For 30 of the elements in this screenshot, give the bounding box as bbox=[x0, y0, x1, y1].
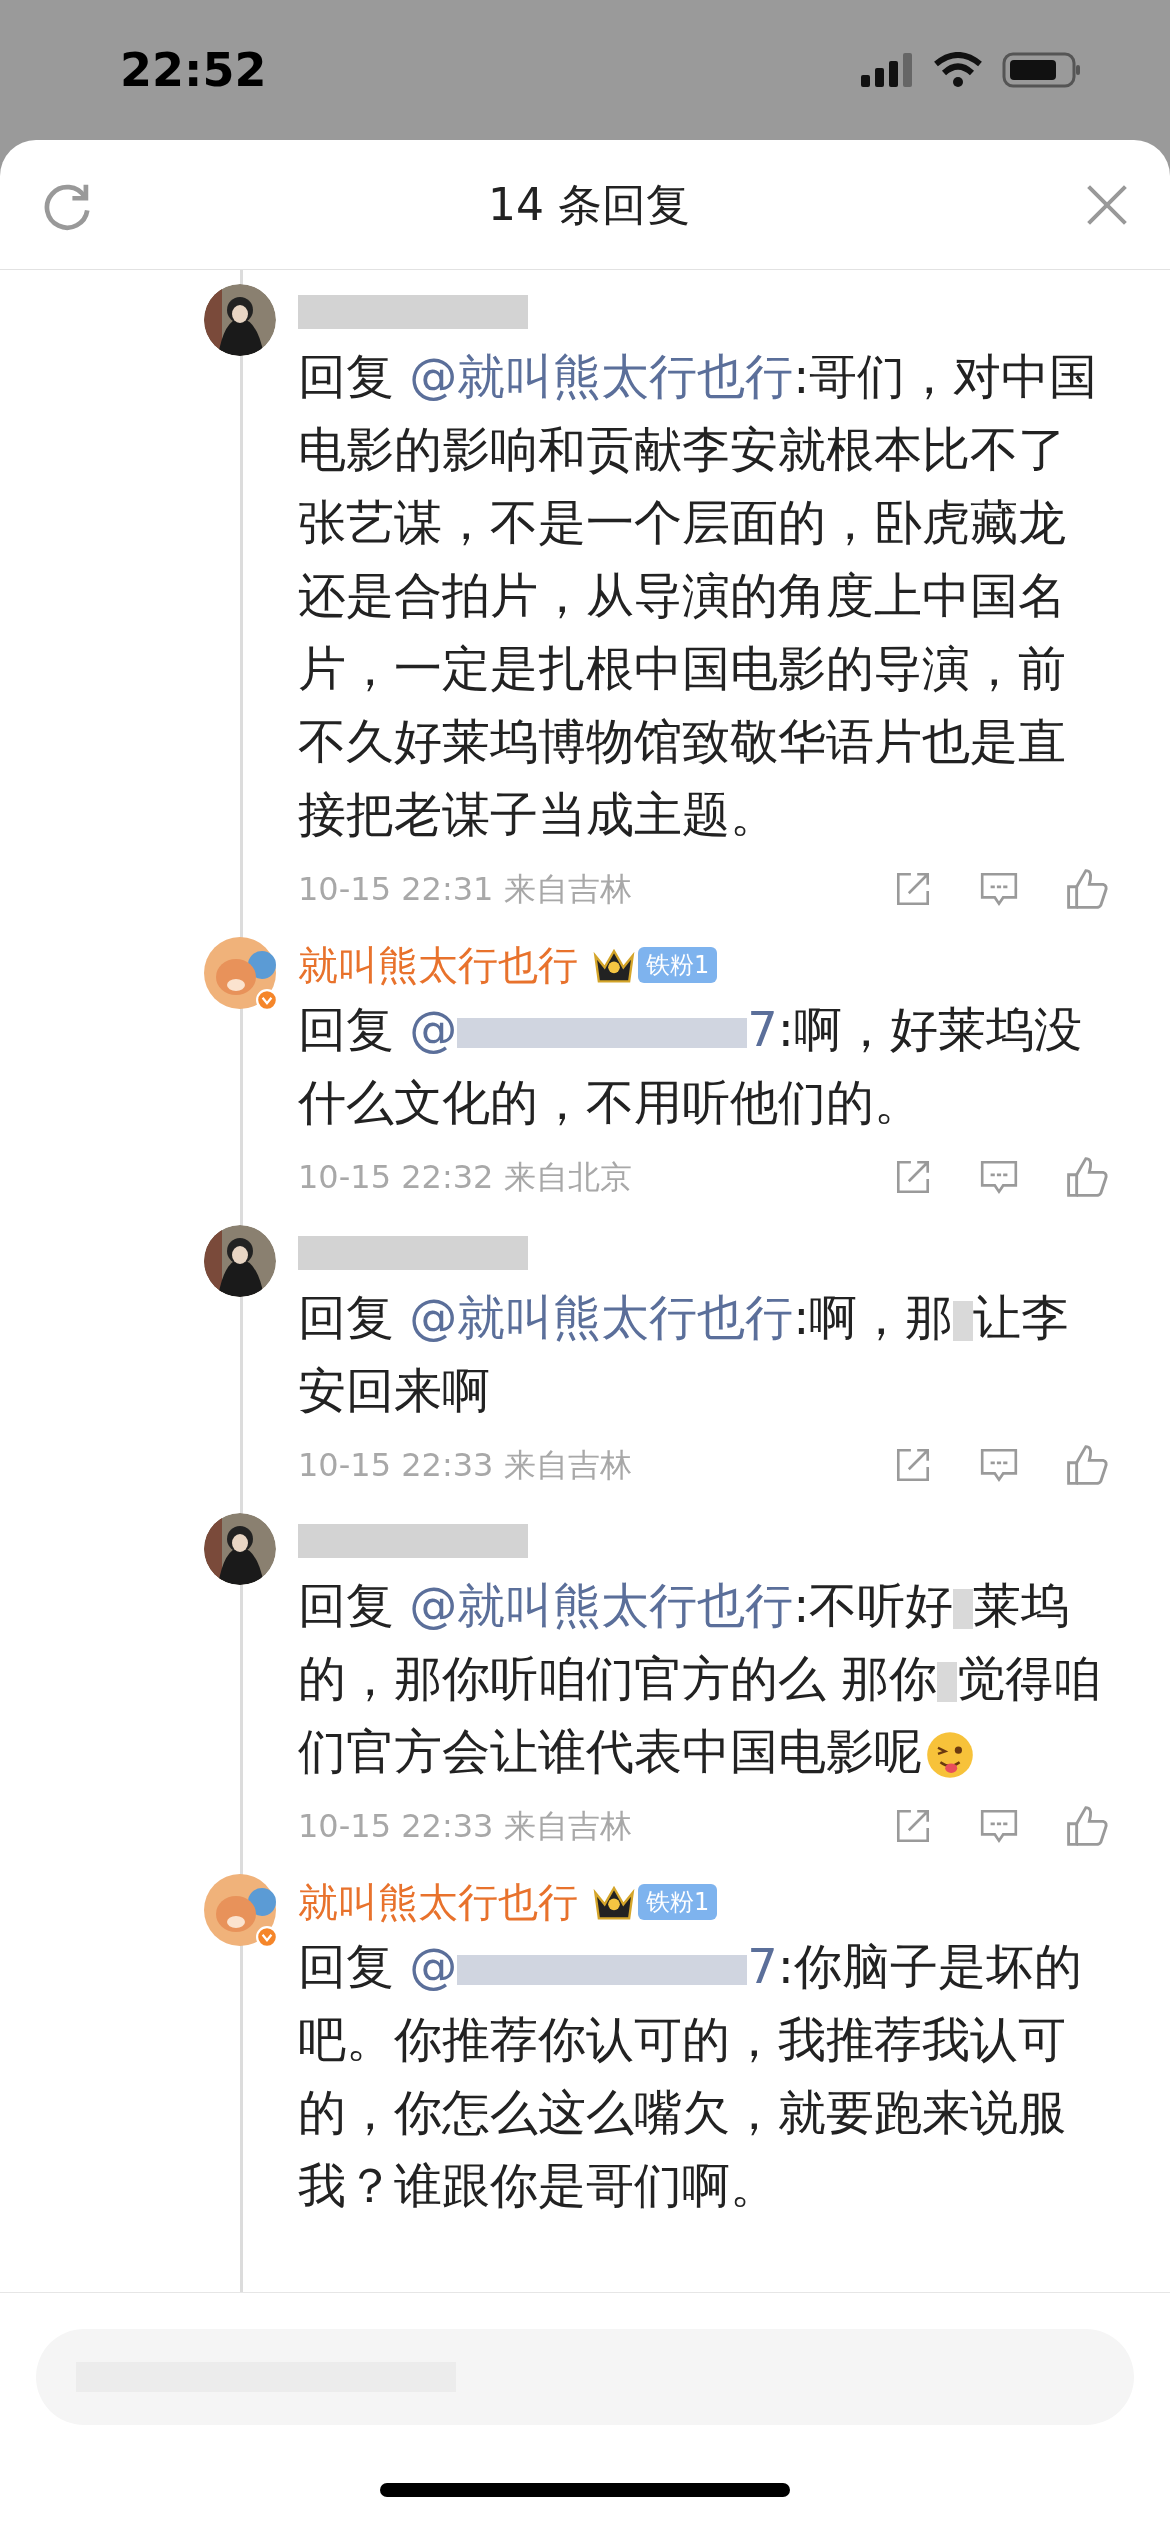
fan-badge: 铁粉1 bbox=[638, 1884, 718, 1920]
timestamp-location: 10-15 22:33 来自吉林 bbox=[298, 1445, 632, 1486]
thumbs-up-icon[interactable] bbox=[1064, 1442, 1110, 1488]
header-title: 14 条回复 bbox=[488, 177, 690, 232]
verified-icon bbox=[256, 989, 278, 1011]
reply-text: 回复 @ 7:啊，好莱坞没什么文化的，不用听他们的。 bbox=[298, 1000, 1083, 1132]
user-name[interactable]: 就叫熊太行也行 bbox=[298, 935, 578, 995]
redaction-mark bbox=[953, 1301, 974, 1341]
timestamp-location: 10-15 22:31 来自吉林 bbox=[298, 869, 632, 910]
thumbs-up-icon[interactable] bbox=[1064, 1154, 1110, 1200]
redaction-mark bbox=[937, 1662, 958, 1702]
status-time: 22:52 bbox=[120, 41, 267, 99]
redaction-mark bbox=[953, 1589, 974, 1629]
thumbs-up-icon[interactable] bbox=[1064, 866, 1110, 912]
timestamp-location: 10-15 22:33 来自吉林 bbox=[298, 1806, 632, 1847]
reply-text: 回复 @就叫熊太行也行:不听好 莱坞的，那你听咱们官方的么 那你 觉得咱们官方会让谁代表中国电影呢 bbox=[298, 1576, 1103, 1781]
fan-badge: 铁粉1 bbox=[638, 947, 718, 983]
emoji-icon bbox=[926, 1731, 974, 1779]
reply-text: 回复 @ 7:你脑子是坏的吧。你推荐你认可的，我推荐我认可的，你怎么这么嘴欠，就要跑来说服我？谁跟你是哥们啊。 bbox=[298, 1937, 1083, 2215]
thumbs-up-icon[interactable] bbox=[1064, 1803, 1110, 1849]
wifi-icon bbox=[934, 52, 982, 88]
reply-text: 回复 @就叫熊太行也行:啊，那 让李安回来啊 bbox=[298, 1288, 1071, 1420]
verified-icon bbox=[256, 1926, 278, 1948]
user-name[interactable]: 就叫熊太行也行 bbox=[298, 1872, 578, 1932]
battery-icon bbox=[1002, 50, 1082, 90]
avatar bbox=[204, 1874, 276, 1946]
avatar bbox=[204, 937, 276, 1009]
timestamp-location: 10-15 22:32 来自北京 bbox=[298, 1157, 632, 1198]
reply-text: 回复 @就叫熊太行也行:哥们，对中国电影的影响和贡献李安就根本比不了张艺谋，不是一个层面的，卧虎藏龙还是合拍片，从导演的角度上中国名片，一定是扎根中国电影的导演，前不久好莱坞博物馆致敬华语片也是直接把老谋子当成主题。 bbox=[298, 347, 1099, 844]
signal-icon bbox=[860, 53, 914, 87]
